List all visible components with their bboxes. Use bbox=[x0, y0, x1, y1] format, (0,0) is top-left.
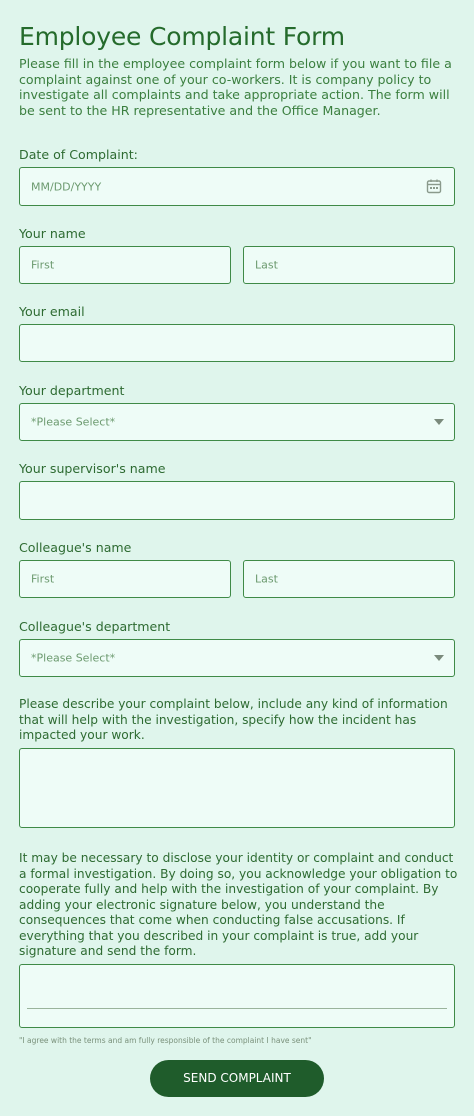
colleague-department-selected: *Please Select* bbox=[31, 651, 116, 665]
supervisor-name-input[interactable] bbox=[19, 481, 455, 520]
your-first-name-input[interactable]: First bbox=[19, 246, 231, 284]
colleague-department-select[interactable]: *Please Select* bbox=[19, 639, 455, 677]
signature-disclaimer: It may be necessary to disclose your ide… bbox=[19, 851, 458, 958]
date-label: Date of Complaint: bbox=[19, 147, 138, 162]
colleague-last-name-input[interactable]: Last bbox=[243, 560, 455, 598]
your-department-label: Your department bbox=[19, 383, 125, 398]
your-last-name-input[interactable]: Last bbox=[243, 246, 455, 284]
your-last-name-placeholder: Last bbox=[255, 258, 278, 272]
form-intro: Please fill in the employee complaint fo… bbox=[19, 56, 452, 118]
supervisor-label: Your supervisor's name bbox=[19, 461, 166, 476]
your-first-name-placeholder: First bbox=[31, 258, 55, 272]
form-title: Employee Complaint Form bbox=[19, 22, 345, 51]
your-name-label: Your name bbox=[19, 226, 86, 241]
calendar-icon[interactable] bbox=[426, 178, 442, 194]
your-email-label: Your email bbox=[19, 304, 85, 319]
chevron-down-icon bbox=[434, 655, 444, 661]
date-input[interactable]: MM/DD/YYYY bbox=[19, 167, 455, 206]
colleague-last-name-placeholder: Last bbox=[255, 572, 278, 586]
complaint-form-page: Employee Complaint Form Please fill in t… bbox=[0, 0, 474, 1116]
signature-pad[interactable] bbox=[19, 964, 455, 1028]
complaint-description-label: Please describe your complaint below, in… bbox=[19, 697, 448, 742]
colleague-name-label: Colleague's name bbox=[19, 540, 132, 555]
colleague-department-label: Colleague's department bbox=[19, 619, 171, 634]
complaint-description-textarea[interactable] bbox=[19, 748, 455, 828]
colleague-first-name-input[interactable]: First bbox=[19, 560, 231, 598]
send-complaint-button[interactable]: SEND COMPLAINT bbox=[150, 1060, 324, 1097]
your-email-input[interactable] bbox=[19, 324, 455, 362]
terms-note: "I agree with the terms and am fully res… bbox=[19, 1036, 312, 1045]
colleague-first-name-placeholder: First bbox=[31, 572, 55, 586]
your-department-selected: *Please Select* bbox=[31, 415, 116, 429]
chevron-down-icon bbox=[434, 419, 444, 425]
signature-line bbox=[27, 1008, 447, 1009]
date-placeholder: MM/DD/YYYY bbox=[31, 180, 102, 193]
your-department-select[interactable]: *Please Select* bbox=[19, 403, 455, 441]
